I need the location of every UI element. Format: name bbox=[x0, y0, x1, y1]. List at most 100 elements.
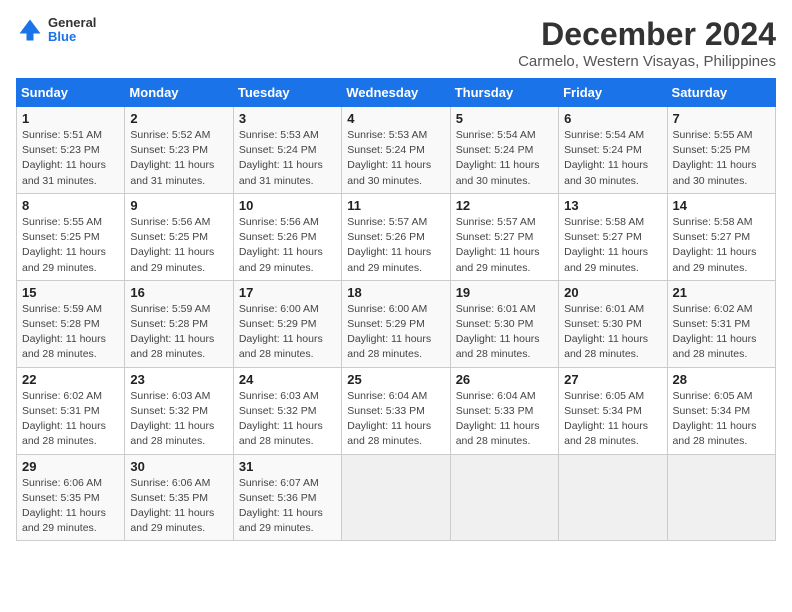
calendar-cell: 7 Sunrise: 5:55 AM Sunset: 5:25 PM Dayli… bbox=[667, 107, 775, 194]
calendar-cell: 4 Sunrise: 5:53 AM Sunset: 5:24 PM Dayli… bbox=[342, 107, 450, 194]
calendar-cell: 23 Sunrise: 6:03 AM Sunset: 5:32 PM Dayl… bbox=[125, 367, 233, 454]
calendar-cell: 11 Sunrise: 5:57 AM Sunset: 5:26 PM Dayl… bbox=[342, 193, 450, 280]
calendar-cell: 2 Sunrise: 5:52 AM Sunset: 5:23 PM Dayli… bbox=[125, 107, 233, 194]
calendar-cell bbox=[667, 454, 775, 541]
day-number: 6 bbox=[564, 111, 661, 126]
month-title: December 2024 bbox=[518, 16, 776, 53]
day-number: 25 bbox=[347, 372, 444, 387]
calendar-cell: 17 Sunrise: 6:00 AM Sunset: 5:29 PM Dayl… bbox=[233, 280, 341, 367]
title-area: December 2024 Carmelo, Western Visayas, … bbox=[518, 16, 776, 70]
calendar-week-4: 22 Sunrise: 6:02 AM Sunset: 5:31 PM Dayl… bbox=[17, 367, 776, 454]
calendar-cell: 28 Sunrise: 6:05 AM Sunset: 5:34 PM Dayl… bbox=[667, 367, 775, 454]
day-info: Sunrise: 6:01 AM Sunset: 5:30 PM Dayligh… bbox=[456, 302, 553, 363]
calendar-cell: 9 Sunrise: 5:56 AM Sunset: 5:25 PM Dayli… bbox=[125, 193, 233, 280]
calendar-cell: 29 Sunrise: 6:06 AM Sunset: 5:35 PM Dayl… bbox=[17, 454, 125, 541]
day-info: Sunrise: 6:03 AM Sunset: 5:32 PM Dayligh… bbox=[239, 389, 336, 450]
calendar-cell: 12 Sunrise: 5:57 AM Sunset: 5:27 PM Dayl… bbox=[450, 193, 558, 280]
day-info: Sunrise: 6:00 AM Sunset: 5:29 PM Dayligh… bbox=[347, 302, 444, 363]
day-number: 15 bbox=[22, 285, 119, 300]
day-number: 28 bbox=[673, 372, 770, 387]
day-number: 14 bbox=[673, 198, 770, 213]
day-info: Sunrise: 6:02 AM Sunset: 5:31 PM Dayligh… bbox=[673, 302, 770, 363]
day-info: Sunrise: 6:02 AM Sunset: 5:31 PM Dayligh… bbox=[22, 389, 119, 450]
day-info: Sunrise: 5:53 AM Sunset: 5:24 PM Dayligh… bbox=[347, 128, 444, 189]
day-info: Sunrise: 5:55 AM Sunset: 5:25 PM Dayligh… bbox=[673, 128, 770, 189]
day-info: Sunrise: 5:55 AM Sunset: 5:25 PM Dayligh… bbox=[22, 215, 119, 276]
day-info: Sunrise: 5:51 AM Sunset: 5:23 PM Dayligh… bbox=[22, 128, 119, 189]
calendar-cell: 22 Sunrise: 6:02 AM Sunset: 5:31 PM Dayl… bbox=[17, 367, 125, 454]
day-info: Sunrise: 6:05 AM Sunset: 5:34 PM Dayligh… bbox=[564, 389, 661, 450]
calendar-cell: 5 Sunrise: 5:54 AM Sunset: 5:24 PM Dayli… bbox=[450, 107, 558, 194]
calendar-cell: 10 Sunrise: 5:56 AM Sunset: 5:26 PM Dayl… bbox=[233, 193, 341, 280]
day-number: 23 bbox=[130, 372, 227, 387]
calendar-week-3: 15 Sunrise: 5:59 AM Sunset: 5:28 PM Dayl… bbox=[17, 280, 776, 367]
calendar-cell: 21 Sunrise: 6:02 AM Sunset: 5:31 PM Dayl… bbox=[667, 280, 775, 367]
day-number: 16 bbox=[130, 285, 227, 300]
day-info: Sunrise: 6:06 AM Sunset: 5:35 PM Dayligh… bbox=[130, 476, 227, 537]
page-header: General Blue December 2024 Carmelo, West… bbox=[16, 16, 776, 70]
day-info: Sunrise: 6:00 AM Sunset: 5:29 PM Dayligh… bbox=[239, 302, 336, 363]
calendar-table: Sunday Monday Tuesday Wednesday Thursday… bbox=[16, 78, 776, 541]
col-saturday: Saturday bbox=[667, 79, 775, 107]
calendar-cell: 3 Sunrise: 5:53 AM Sunset: 5:24 PM Dayli… bbox=[233, 107, 341, 194]
calendar-cell: 8 Sunrise: 5:55 AM Sunset: 5:25 PM Dayli… bbox=[17, 193, 125, 280]
day-info: Sunrise: 5:58 AM Sunset: 5:27 PM Dayligh… bbox=[673, 215, 770, 276]
col-wednesday: Wednesday bbox=[342, 79, 450, 107]
day-info: Sunrise: 5:57 AM Sunset: 5:27 PM Dayligh… bbox=[456, 215, 553, 276]
calendar-cell bbox=[342, 454, 450, 541]
day-info: Sunrise: 6:03 AM Sunset: 5:32 PM Dayligh… bbox=[130, 389, 227, 450]
day-number: 22 bbox=[22, 372, 119, 387]
day-info: Sunrise: 6:04 AM Sunset: 5:33 PM Dayligh… bbox=[347, 389, 444, 450]
logo: General Blue bbox=[16, 16, 96, 45]
day-info: Sunrise: 5:57 AM Sunset: 5:26 PM Dayligh… bbox=[347, 215, 444, 276]
logo-blue: Blue bbox=[48, 30, 96, 44]
day-info: Sunrise: 5:53 AM Sunset: 5:24 PM Dayligh… bbox=[239, 128, 336, 189]
calendar-cell: 6 Sunrise: 5:54 AM Sunset: 5:24 PM Dayli… bbox=[559, 107, 667, 194]
day-number: 26 bbox=[456, 372, 553, 387]
calendar-cell: 31 Sunrise: 6:07 AM Sunset: 5:36 PM Dayl… bbox=[233, 454, 341, 541]
day-number: 5 bbox=[456, 111, 553, 126]
day-number: 21 bbox=[673, 285, 770, 300]
day-number: 19 bbox=[456, 285, 553, 300]
day-info: Sunrise: 5:54 AM Sunset: 5:24 PM Dayligh… bbox=[456, 128, 553, 189]
calendar-cell: 18 Sunrise: 6:00 AM Sunset: 5:29 PM Dayl… bbox=[342, 280, 450, 367]
day-number: 1 bbox=[22, 111, 119, 126]
day-info: Sunrise: 6:06 AM Sunset: 5:35 PM Dayligh… bbox=[22, 476, 119, 537]
calendar-cell: 24 Sunrise: 6:03 AM Sunset: 5:32 PM Dayl… bbox=[233, 367, 341, 454]
col-sunday: Sunday bbox=[17, 79, 125, 107]
location-title: Carmelo, Western Visayas, Philippines bbox=[518, 53, 776, 70]
day-number: 18 bbox=[347, 285, 444, 300]
day-info: Sunrise: 6:07 AM Sunset: 5:36 PM Dayligh… bbox=[239, 476, 336, 537]
day-number: 8 bbox=[22, 198, 119, 213]
calendar-cell: 19 Sunrise: 6:01 AM Sunset: 5:30 PM Dayl… bbox=[450, 280, 558, 367]
day-number: 3 bbox=[239, 111, 336, 126]
day-number: 10 bbox=[239, 198, 336, 213]
calendar-cell: 1 Sunrise: 5:51 AM Sunset: 5:23 PM Dayli… bbox=[17, 107, 125, 194]
day-info: Sunrise: 5:56 AM Sunset: 5:25 PM Dayligh… bbox=[130, 215, 227, 276]
calendar-cell: 15 Sunrise: 5:59 AM Sunset: 5:28 PM Dayl… bbox=[17, 280, 125, 367]
col-tuesday: Tuesday bbox=[233, 79, 341, 107]
calendar-week-5: 29 Sunrise: 6:06 AM Sunset: 5:35 PM Dayl… bbox=[17, 454, 776, 541]
calendar-cell: 26 Sunrise: 6:04 AM Sunset: 5:33 PM Dayl… bbox=[450, 367, 558, 454]
day-number: 31 bbox=[239, 459, 336, 474]
col-monday: Monday bbox=[125, 79, 233, 107]
calendar-cell: 14 Sunrise: 5:58 AM Sunset: 5:27 PM Dayl… bbox=[667, 193, 775, 280]
day-number: 9 bbox=[130, 198, 227, 213]
logo-general: General bbox=[48, 16, 96, 30]
calendar-week-2: 8 Sunrise: 5:55 AM Sunset: 5:25 PM Dayli… bbox=[17, 193, 776, 280]
day-info: Sunrise: 6:05 AM Sunset: 5:34 PM Dayligh… bbox=[673, 389, 770, 450]
day-number: 29 bbox=[22, 459, 119, 474]
day-info: Sunrise: 5:56 AM Sunset: 5:26 PM Dayligh… bbox=[239, 215, 336, 276]
calendar-header: Sunday Monday Tuesday Wednesday Thursday… bbox=[17, 79, 776, 107]
logo-icon bbox=[16, 16, 44, 44]
calendar-cell bbox=[559, 454, 667, 541]
logo-text: General Blue bbox=[48, 16, 96, 45]
calendar-cell: 16 Sunrise: 5:59 AM Sunset: 5:28 PM Dayl… bbox=[125, 280, 233, 367]
calendar-cell: 27 Sunrise: 6:05 AM Sunset: 5:34 PM Dayl… bbox=[559, 367, 667, 454]
calendar-body: 1 Sunrise: 5:51 AM Sunset: 5:23 PM Dayli… bbox=[17, 107, 776, 541]
day-info: Sunrise: 5:58 AM Sunset: 5:27 PM Dayligh… bbox=[564, 215, 661, 276]
day-info: Sunrise: 6:01 AM Sunset: 5:30 PM Dayligh… bbox=[564, 302, 661, 363]
header-row: Sunday Monday Tuesday Wednesday Thursday… bbox=[17, 79, 776, 107]
day-number: 24 bbox=[239, 372, 336, 387]
calendar-cell bbox=[450, 454, 558, 541]
